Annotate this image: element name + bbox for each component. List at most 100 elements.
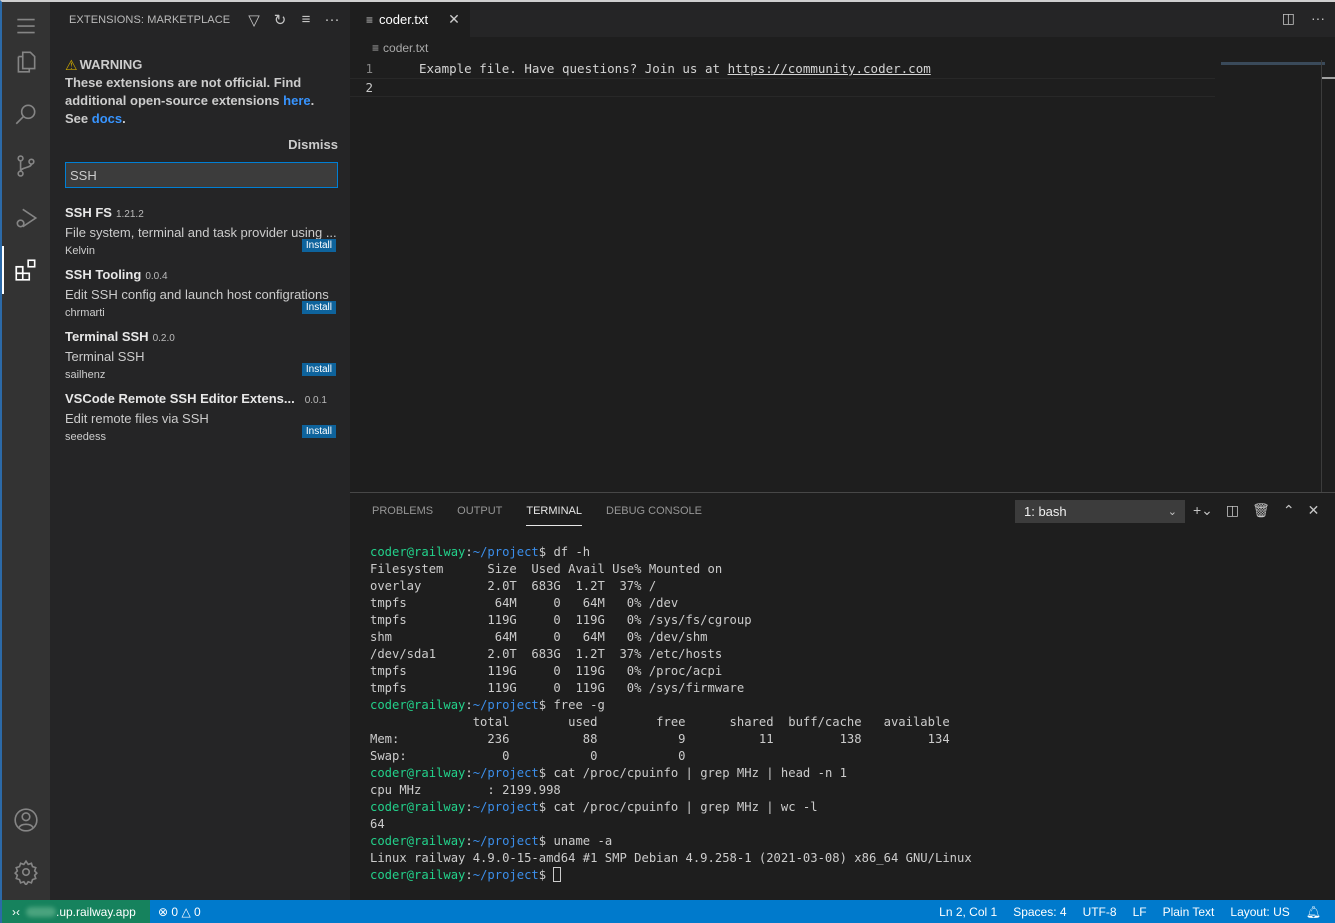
prompt-user: coder@railway <box>370 545 466 559</box>
extension-item[interactable]: SSH FS 1.21.2 File system, terminal and t… <box>50 198 350 260</box>
prompt-user: coder@railway <box>370 800 466 814</box>
terminal-output-line: /dev/sda1 2.0T 683G 1.2T 37% /etc/hosts <box>370 647 723 661</box>
terminal-command-line: coder@railway:~/project$ free -g <box>370 697 1335 714</box>
extension-list: SSH FS 1.21.2 File system, terminal and t… <box>50 198 350 446</box>
maximize-panel-icon[interactable]: ⌃ <box>1283 502 1295 519</box>
vscode-window: EXTENSIONS: MARKETPLACE ▽ ↻ ≡ ··· ⚠ WARNI… <box>0 0 1335 923</box>
activity-explorer[interactable] <box>2 38 50 86</box>
tab-terminal[interactable]: TERMINAL <box>526 493 582 528</box>
code-line-current: 2 <box>350 78 1215 97</box>
line-text: Example file. Have questions? Join us at <box>419 61 728 76</box>
terminal-output-line: tmpfs 119G 0 119G 0% /sys/firmware <box>370 681 745 695</box>
bottom-panel: PROBLEMS OUTPUT TERMINAL DEBUG CONSOLE 1… <box>350 492 1335 900</box>
extensions-sidebar: EXTENSIONS: MARKETPLACE ▽ ↻ ≡ ··· ⚠ WARNI… <box>50 2 350 900</box>
minimap[interactable] <box>1221 62 1325 65</box>
terminal-command-line: coder@railway:~/project$ cat /proc/cpuin… <box>370 799 1335 816</box>
install-button[interactable]: Install <box>301 301 336 314</box>
terminal-output-line: tmpfs 119G 0 119G 0% /proc/acpi <box>370 664 723 678</box>
warning-text: These extensions are not official. Find … <box>65 75 302 108</box>
prompt-user: coder@railway <box>370 698 466 712</box>
error-count: 0 <box>171 904 179 919</box>
extension-search-input[interactable] <box>65 162 338 188</box>
extension-description: Edit remote files via SSH <box>65 411 209 426</box>
extension-item[interactable]: Terminal SSH 0.2.0 Terminal SSH sailhenz … <box>50 322 350 384</box>
command-text: df -h <box>546 545 591 559</box>
extension-item[interactable]: VSCode Remote SSH Editor Extens... 0.0.1 … <box>50 384 350 446</box>
extension-description: Terminal SSH <box>65 349 145 364</box>
remote-icon: ›‹ <box>12 904 20 919</box>
activity-extensions[interactable] <box>2 246 50 294</box>
tab-problems[interactable]: PROBLEMS <box>372 493 433 528</box>
activity-manage[interactable] <box>2 848 50 896</box>
code-editor[interactable]: 1 Example file. Have questions? Join us … <box>350 59 1335 97</box>
editor-scrollbar[interactable] <box>1321 60 1335 492</box>
extension-name: Terminal SSH <box>65 329 149 344</box>
remote-indicator[interactable]: ›‹ .up.railway.app <box>2 900 150 923</box>
indentation[interactable]: Spaces: 4 <box>1005 905 1074 919</box>
terminal-select[interactable]: 1: bash ⌄ <box>1015 500 1185 523</box>
tab-output[interactable]: OUTPUT <box>457 493 502 528</box>
account-icon <box>14 808 38 832</box>
here-link[interactable]: here <box>283 93 310 108</box>
notifications-bell-icon[interactable]: 🔔︎ <box>1298 905 1335 919</box>
activity-search[interactable] <box>2 90 50 138</box>
command-text: cat /proc/cpuinfo | grep MHz | wc -l <box>546 800 818 814</box>
extension-item[interactable]: SSH Tooling 0.0.4 Edit SSH config and lau… <box>50 260 350 322</box>
new-terminal-icon[interactable]: +⌄ <box>1193 502 1213 519</box>
trash-icon[interactable]: 🗑 <box>1252 502 1270 519</box>
install-button[interactable]: Install <box>301 239 336 252</box>
breadcrumb-file[interactable]: coder.txt <box>383 41 428 55</box>
more-actions-icon[interactable]: ··· <box>1311 10 1325 27</box>
activity-source-control[interactable] <box>2 142 50 190</box>
prompt-path: ~/project <box>472 868 539 882</box>
docs-link[interactable]: docs <box>92 111 122 126</box>
dismiss-button[interactable]: Dismiss <box>50 128 350 152</box>
refresh-icon[interactable]: ↻ <box>270 10 290 30</box>
tab-coder-txt[interactable]: ≡ coder.txt ✕ <box>350 2 470 37</box>
warning-icon: ⚠ <box>65 57 78 73</box>
terminal-output-line: cpu MHz : 2199.998 <box>370 783 561 797</box>
editor-tabs: ≡ coder.txt ✕ <box>350 2 1335 37</box>
end-of-line[interactable]: LF <box>1125 905 1155 919</box>
prompt-user: coder@railway <box>370 766 466 780</box>
terminal-output-line: shm 64M 0 64M 0% /dev/shm <box>370 630 708 644</box>
prompt-path: ~/project <box>472 800 539 814</box>
more-actions-icon[interactable]: ··· <box>322 10 342 30</box>
menu-icon <box>17 18 35 34</box>
problems-indicator[interactable]: ⊗ 0 △ 0 <box>150 905 209 919</box>
warning-body: These extensions are not official. Find … <box>65 74 338 128</box>
close-panel-icon[interactable]: ✕ <box>1308 502 1320 519</box>
activity-accounts[interactable] <box>2 796 50 844</box>
close-tab-icon[interactable]: ✕ <box>448 11 460 28</box>
clear-results-icon[interactable]: ≡ <box>296 10 316 30</box>
keyboard-layout[interactable]: Layout: US <box>1222 905 1297 919</box>
explorer-icon <box>17 51 36 73</box>
language-mode[interactable]: Plain Text <box>1155 905 1223 919</box>
cursor-position[interactable]: Ln 2, Col 1 <box>931 905 1005 919</box>
prompt-user: coder@railway <box>370 834 466 848</box>
activity-run-debug[interactable] <box>2 194 50 242</box>
filter-icon[interactable]: ▽ <box>244 10 264 30</box>
prompt-separator: : <box>465 800 473 814</box>
install-button[interactable]: Install <box>301 425 336 438</box>
install-button[interactable]: Install <box>301 363 336 376</box>
tab-debug-console[interactable]: DEBUG CONSOLE <box>606 493 702 528</box>
terminal-command-line: coder@railway:~/project$ df -h <box>370 544 1335 561</box>
extension-version: 1.21.2 <box>115 209 144 220</box>
extension-publisher: sailhenz <box>65 369 106 381</box>
command-text: cat /proc/cpuinfo | grep MHz | head -n 1 <box>546 766 847 780</box>
encoding[interactable]: UTF-8 <box>1075 905 1125 919</box>
chevron-down-icon: ⌄ <box>1167 506 1177 518</box>
community-link[interactable]: https://community.coder.com <box>728 61 931 76</box>
split-terminal-icon[interactable]: ◫ <box>1226 502 1239 519</box>
extensions-icon <box>15 259 36 281</box>
command-text: uname -a <box>546 834 613 848</box>
line-number: 1 <box>365 61 373 76</box>
terminal-output[interactable]: coder@railway:~/project$ df -h Filesystem… <box>350 528 1335 884</box>
status-bar: ›‹ .up.railway.app ⊗ 0 △ 0 Ln 2, Col 1 S… <box>2 900 1335 923</box>
extension-name: VSCode Remote SSH Editor Extens... <box>65 391 295 406</box>
split-editor-icon[interactable]: ◫ <box>1282 10 1295 27</box>
extension-publisher: chrmarti <box>65 307 105 319</box>
extension-version: 0.2.0 <box>152 333 175 344</box>
